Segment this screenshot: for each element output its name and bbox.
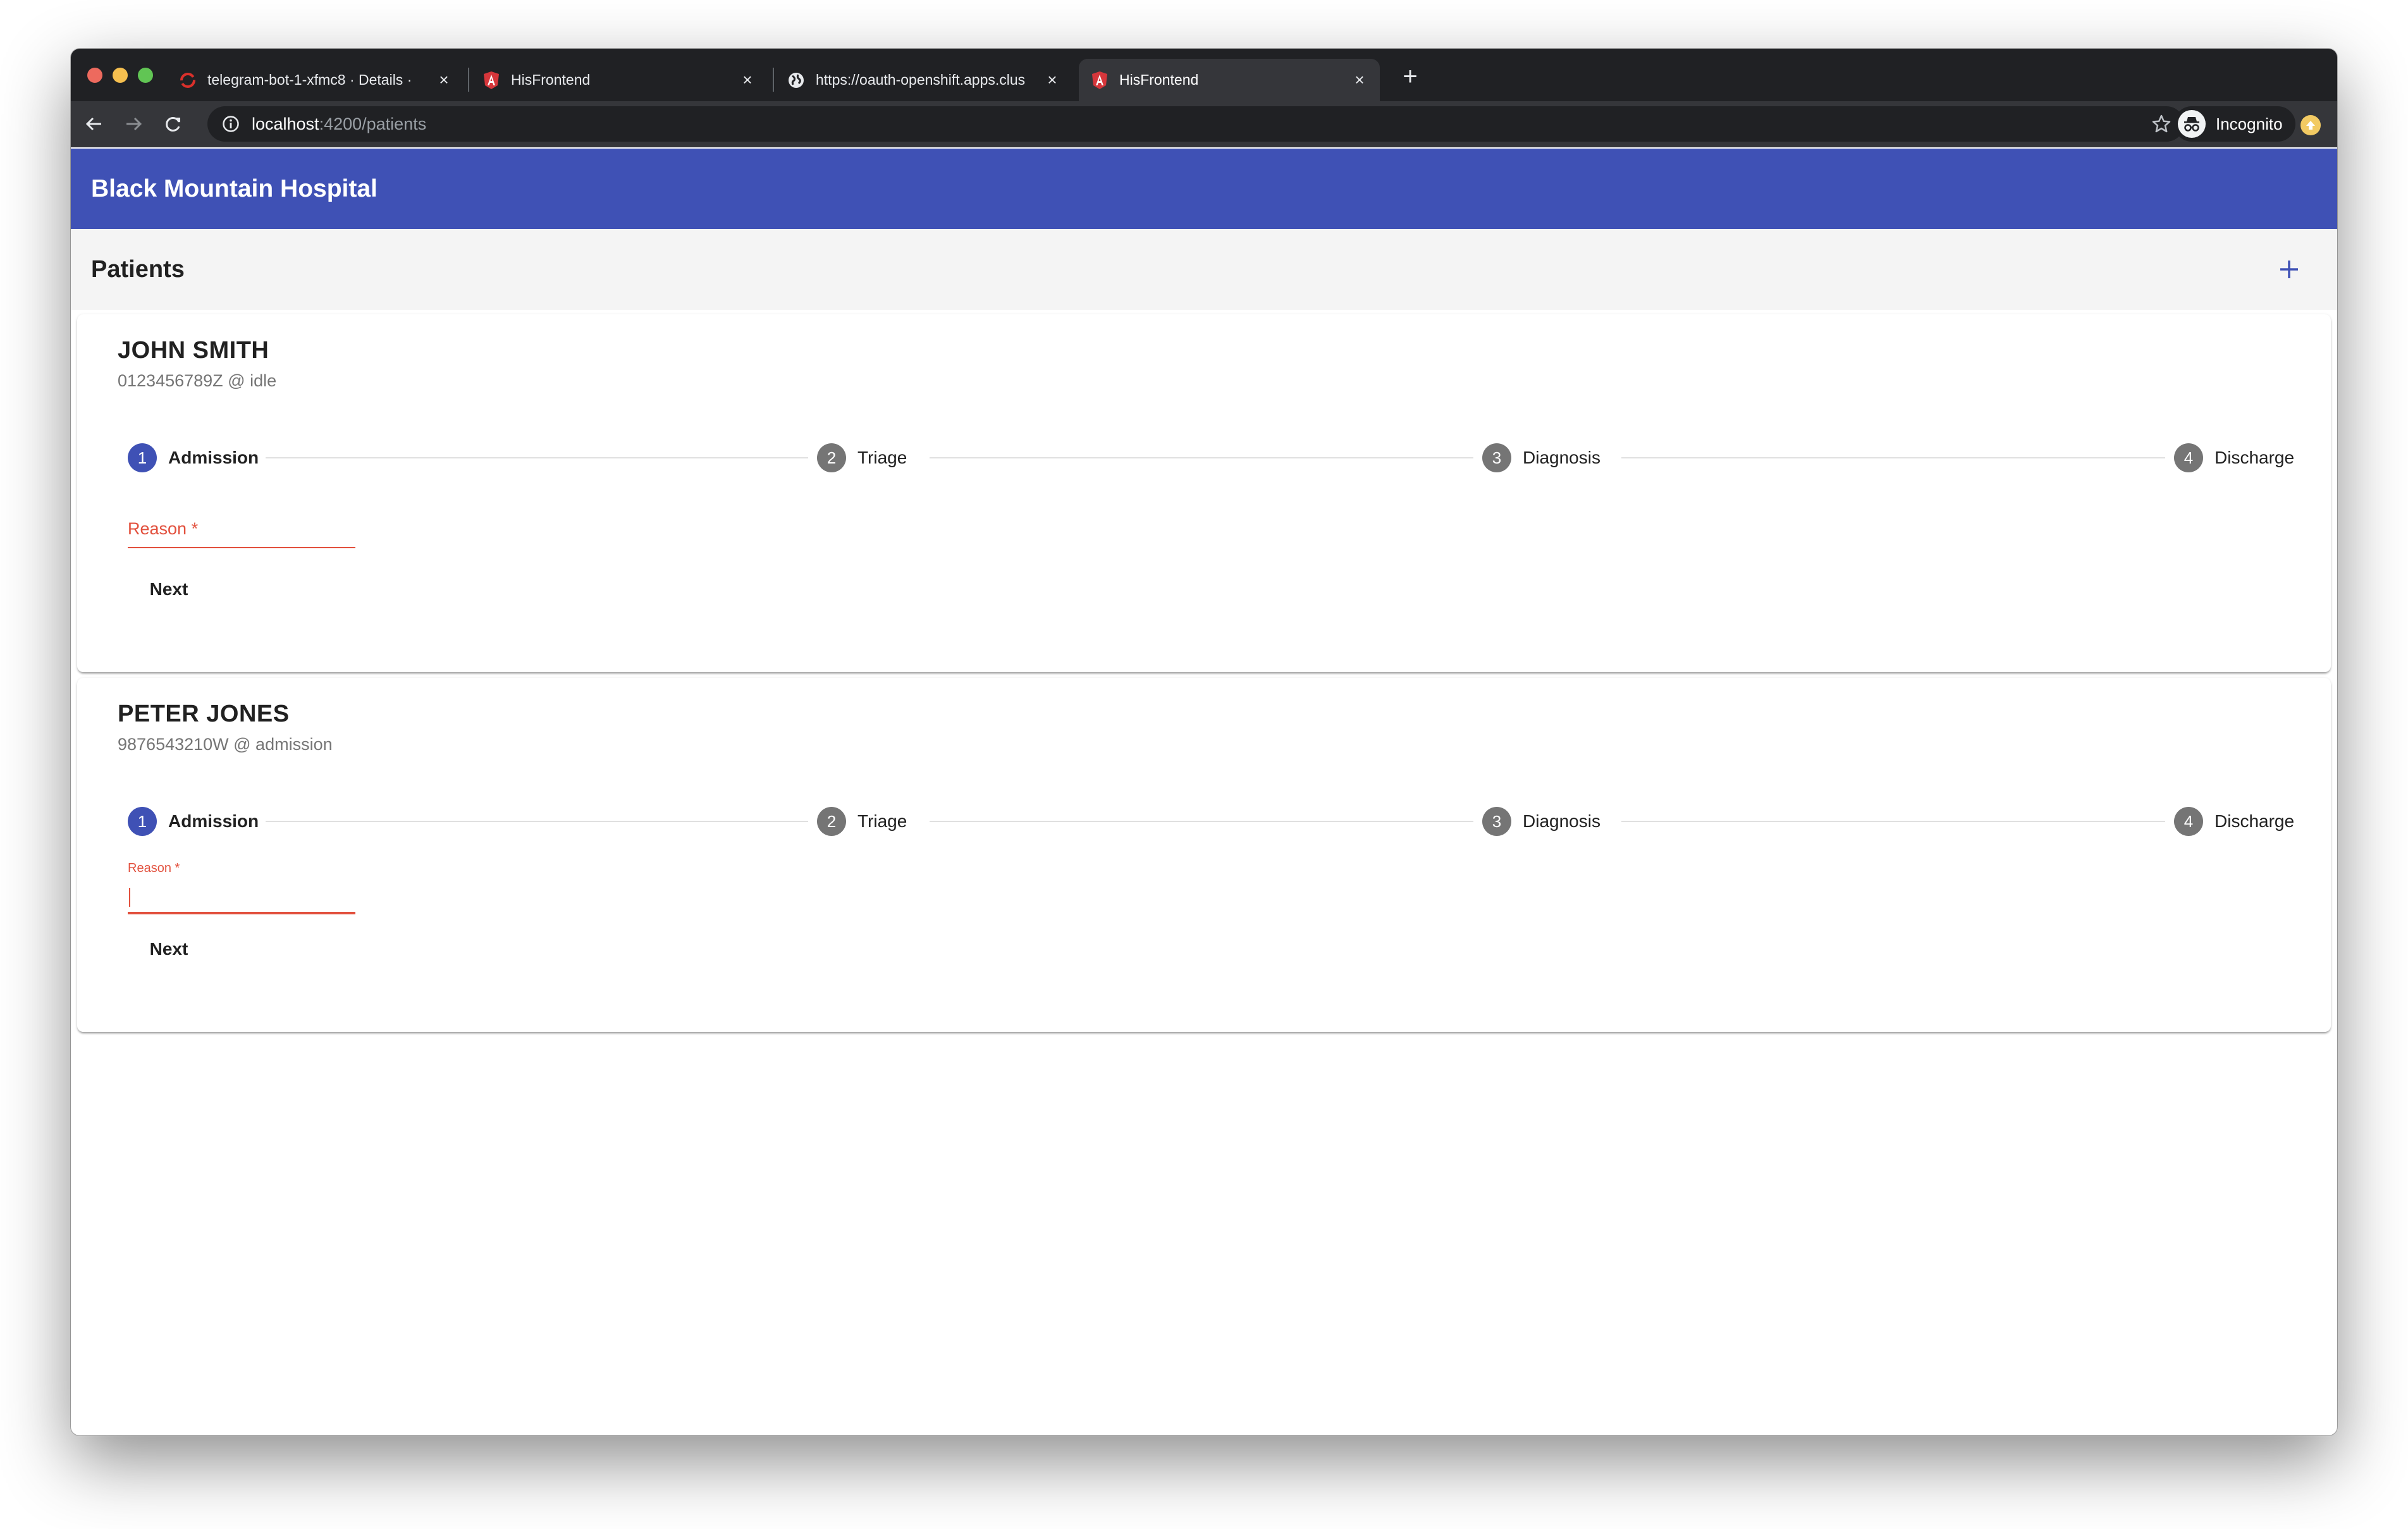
step-triage[interactable]: 2 Triage [817,806,907,837]
plus-icon [2280,261,2298,278]
patient-stepper: 1 Admission 2 Triage 3 Diagnosis 4 Disch… [128,442,2294,474]
step-diagnosis[interactable]: 3 Diagnosis [1482,806,1600,837]
step-number: 2 [817,807,846,836]
reload-icon [166,117,180,132]
step-discharge[interactable]: 4 Discharge [2174,442,2294,474]
patient-name: JOHN SMITH [118,337,269,364]
minimize-window-button[interactable] [113,68,128,83]
step-number: 1 [128,443,157,472]
arrow-up-icon [2306,121,2315,130]
text-caret [129,888,130,907]
reason-field-focused[interactable]: Reason * [128,861,355,918]
incognito-icon [2178,110,2206,138]
step-label: Diagnosis [1523,448,1600,467]
tab-separator [773,68,774,92]
step-label: Diagnosis [1523,811,1600,831]
tab-separator [468,68,469,92]
page-title: Patients [91,255,185,283]
step-number: 2 [817,443,846,472]
close-tab-icon[interactable]: × [1351,70,1368,89]
patient-card: JOHN SMITH 0123456789Z @ idle 1 Admissio… [77,314,2331,672]
step-connector [266,457,808,458]
patient-card: PETER JONES 9876543210W @ admission 1 Ad… [77,678,2331,1032]
patient-stepper: 1 Admission 2 Triage 3 Diagnosis 4 Disch… [128,806,2294,837]
step-connector [266,821,808,822]
step-label: Triage [857,448,907,467]
next-button[interactable]: Next [128,928,210,970]
reason-field-label: Reason * [128,519,199,538]
reason-field-label: Reason * [128,861,180,875]
forward-button[interactable] [121,111,147,137]
tab-hisfrontend-1[interactable]: HisFrontend × [470,59,768,101]
step-diagnosis[interactable]: 3 Diagnosis [1482,442,1600,474]
openshift-icon [178,71,197,90]
step-label: Admission [168,448,259,467]
arrow-right-icon [126,117,142,131]
step-admission[interactable]: 1 Admission [128,806,259,837]
close-tab-icon[interactable]: × [435,70,453,89]
step-connector [1621,457,2165,458]
bookmark-star-icon[interactable] [2151,114,2172,134]
app-title: Black Mountain Hospital [91,175,378,202]
step-number: 4 [2174,443,2203,472]
close-tab-icon[interactable]: × [1043,70,1061,89]
tab-hisfrontend-active[interactable]: HisFrontend × [1079,59,1380,101]
tab-strip: telegram-bot-1-xfmc8 · Details · × HisFr… [71,49,2337,101]
angular-icon [482,71,501,90]
address-bar[interactable]: localhost:4200/patients [207,106,2184,142]
back-button[interactable] [81,111,106,137]
tab-title: HisFrontend [511,71,591,88]
arrow-left-icon [85,117,101,131]
reason-field-underline [128,912,355,914]
tab-title: telegram-bot-1-xfmc8 · Details · [207,71,412,88]
url-host: localhost [252,114,319,133]
reason-field[interactable]: Reason * [128,518,355,550]
info-icon[interactable] [221,114,240,133]
next-button[interactable]: Next [128,568,210,610]
browser-window: telegram-bot-1-xfmc8 · Details · × HisFr… [71,49,2337,1435]
add-patient-button[interactable] [2275,255,2303,283]
step-label: Discharge [2214,448,2295,467]
new-tab-button[interactable]: + [1398,64,1423,89]
browser-toolbar: localhost:4200/patients Incognito [71,101,2337,147]
close-window-button[interactable] [87,68,102,83]
step-triage[interactable]: 2 Triage [817,442,907,474]
url-path: :4200/patients [319,114,427,133]
step-label: Admission [168,811,259,831]
step-number: 4 [2174,807,2203,836]
maximize-window-button[interactable] [138,68,153,83]
step-connector [1621,821,2165,822]
tab-title: https://oauth-openshift.apps.clus [816,71,1026,88]
url-text: localhost:4200/patients [252,114,426,134]
tab-title: HisFrontend [1119,71,1199,88]
close-tab-icon[interactable]: × [739,70,756,89]
patient-subtitle: 9876543210W @ admission [118,735,333,754]
step-number: 3 [1482,807,1511,836]
browser-update-button[interactable] [2300,115,2321,135]
step-label: Triage [857,811,907,831]
incognito-profile-button[interactable]: Incognito [2174,106,2295,142]
tab-oauth-openshift[interactable]: https://oauth-openshift.apps.clus × [775,59,1072,101]
step-number: 1 [128,807,157,836]
step-number: 3 [1482,443,1511,472]
step-connector [930,457,1473,458]
incognito-label: Incognito [2216,114,2283,133]
angular-icon [1090,71,1109,90]
step-discharge[interactable]: 4 Discharge [2174,806,2294,837]
patient-name: PETER JONES [118,701,290,727]
step-connector [930,821,1473,822]
tab-telegram-bot[interactable]: telegram-bot-1-xfmc8 · Details · × [167,59,464,101]
step-label: Discharge [2214,811,2295,831]
reload-button[interactable] [161,111,186,137]
app-toolbar: Black Mountain Hospital [71,149,2337,229]
reason-field-underline [128,547,355,548]
patients-header: Patients [71,229,2337,310]
globe-icon [787,71,806,90]
step-admission[interactable]: 1 Admission [128,442,259,474]
patient-subtitle: 0123456789Z @ idle [118,371,277,390]
